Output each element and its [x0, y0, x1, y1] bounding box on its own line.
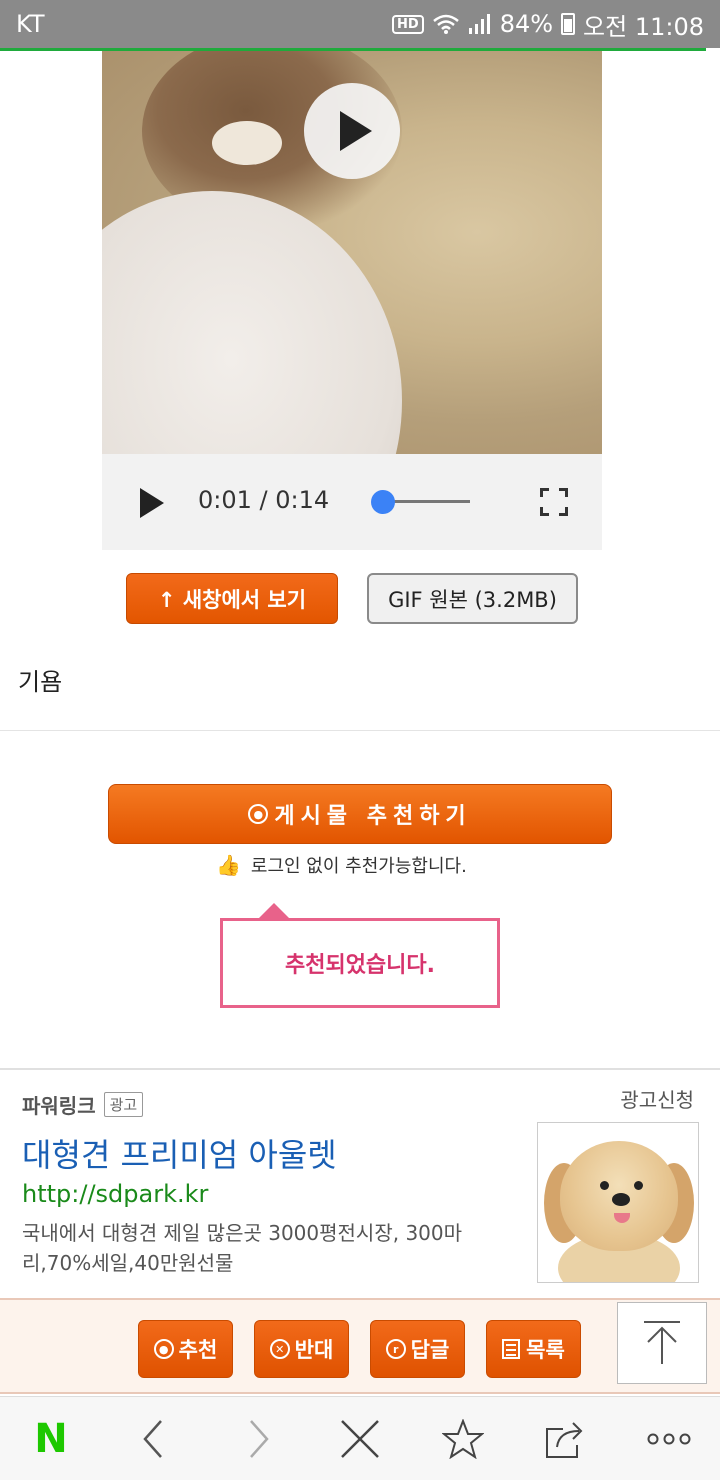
recommend-button[interactable]: ● 추천 — [138, 1320, 233, 1378]
star-icon — [442, 1419, 484, 1459]
target-icon: ● — [153, 1339, 174, 1359]
bookmark-button[interactable] — [418, 1397, 508, 1481]
reply-icon: r — [385, 1339, 406, 1359]
seek-knob[interactable] — [370, 490, 395, 514]
clock: 오전 11:08 — [583, 12, 704, 41]
share-icon — [546, 1422, 583, 1458]
close-icon — [341, 1420, 379, 1458]
status-bar: KT HD 84% 오전 11:08 — [0, 0, 720, 48]
post-action-bar: ● 추천 ✕ 반대 r 답글 목록 — [0, 1298, 720, 1394]
status-icons: HD 84% 오전 11:08 — [392, 7, 704, 42]
naver-logo-icon: N — [34, 1416, 68, 1462]
wifi-icon — [432, 14, 459, 34]
ad-description: 국내에서 대형견 제일 많은곳 3000평전시장, 300마리,70%세일,40… — [22, 1221, 463, 1275]
time-separator: / — [251, 486, 276, 514]
current-time: 0:01 — [198, 486, 252, 514]
ad-badge: 광고 — [103, 1092, 144, 1117]
video-time: 0:01 / 0:14 — [198, 486, 329, 514]
arrow-up-icon — [644, 1321, 680, 1364]
divider — [0, 730, 720, 731]
battery-percent: 84% — [499, 10, 554, 38]
powerlink-header: 파워링크 광고 — [22, 1090, 144, 1119]
oppose-label: 반대 — [294, 1338, 334, 1362]
battery-icon — [561, 13, 576, 35]
hd-icon: HD — [392, 14, 424, 34]
powerlink-label: 파워링크 — [22, 1094, 96, 1118]
recommended-tooltip: 추천되었습니다. — [220, 918, 500, 1008]
share-button[interactable] — [520, 1397, 610, 1481]
list-button[interactable]: 목록 — [486, 1320, 581, 1378]
play-button[interactable] — [140, 488, 164, 518]
signal-icon — [468, 14, 490, 34]
recommend-label: 추천 — [178, 1338, 218, 1362]
play-icon — [340, 111, 372, 151]
fullscreen-icon[interactable] — [540, 488, 568, 516]
video-image-pillow — [102, 191, 402, 454]
no-login-text: 로그인 없이 추천가능합니다. — [250, 856, 467, 877]
duration: 0:14 — [275, 486, 330, 514]
recommend-post-label: 게시물 추천하기 — [274, 804, 472, 829]
ad-puppy-image[interactable] — [537, 1122, 699, 1283]
gif-original-button[interactable]: GIF 원본 (3.2MB) — [367, 573, 578, 624]
no-login-note: 👍 로그인 없이 추천가능합니다. — [216, 852, 467, 878]
post-body-text: 기욤 — [18, 668, 63, 696]
carrier-name: KT — [16, 10, 45, 38]
tooltip-text: 추천되었습니다. — [284, 953, 436, 978]
open-new-window-button[interactable]: ↑ 새창에서 보기 — [126, 573, 338, 624]
naver-home-button[interactable]: N — [6, 1397, 96, 1481]
thumbs-up-icon: 👍 — [216, 853, 241, 877]
chevron-right-icon — [250, 1420, 269, 1458]
recommend-post-button[interactable]: ● 게시물 추천하기 — [108, 784, 612, 844]
video-play-overlay-button[interactable] — [304, 83, 400, 179]
video-image-paw — [212, 121, 282, 165]
ad-title-link[interactable]: 대형견 프리미엄 아울렛 — [22, 1130, 337, 1176]
scroll-to-top-button[interactable] — [617, 1302, 707, 1384]
video-controls: 0:01 / 0:14 — [102, 454, 602, 550]
forward-button[interactable] — [214, 1397, 304, 1481]
reply-label: 답글 — [410, 1338, 450, 1362]
browser-navigation-bar: N — [0, 1396, 720, 1480]
divider — [0, 1068, 720, 1070]
video-frame[interactable] — [102, 51, 602, 454]
tooltip-arrow — [258, 903, 290, 919]
close-button[interactable] — [315, 1397, 405, 1481]
more-dots-icon — [647, 1433, 691, 1445]
chevron-left-icon — [143, 1420, 162, 1458]
reply-button[interactable]: r 답글 — [370, 1320, 465, 1378]
more-menu-button[interactable] — [624, 1397, 714, 1481]
ad-apply-link[interactable]: 광고신청 — [620, 1084, 694, 1113]
list-icon — [502, 1339, 521, 1359]
oppose-button[interactable]: ✕ 반대 — [254, 1320, 349, 1378]
back-button[interactable] — [108, 1397, 198, 1481]
list-label: 목록 — [526, 1338, 565, 1362]
x-circle-icon: ✕ — [269, 1339, 290, 1359]
ad-url-link[interactable]: http://sdpark.kr — [22, 1180, 208, 1208]
target-icon: ● — [248, 804, 269, 824]
